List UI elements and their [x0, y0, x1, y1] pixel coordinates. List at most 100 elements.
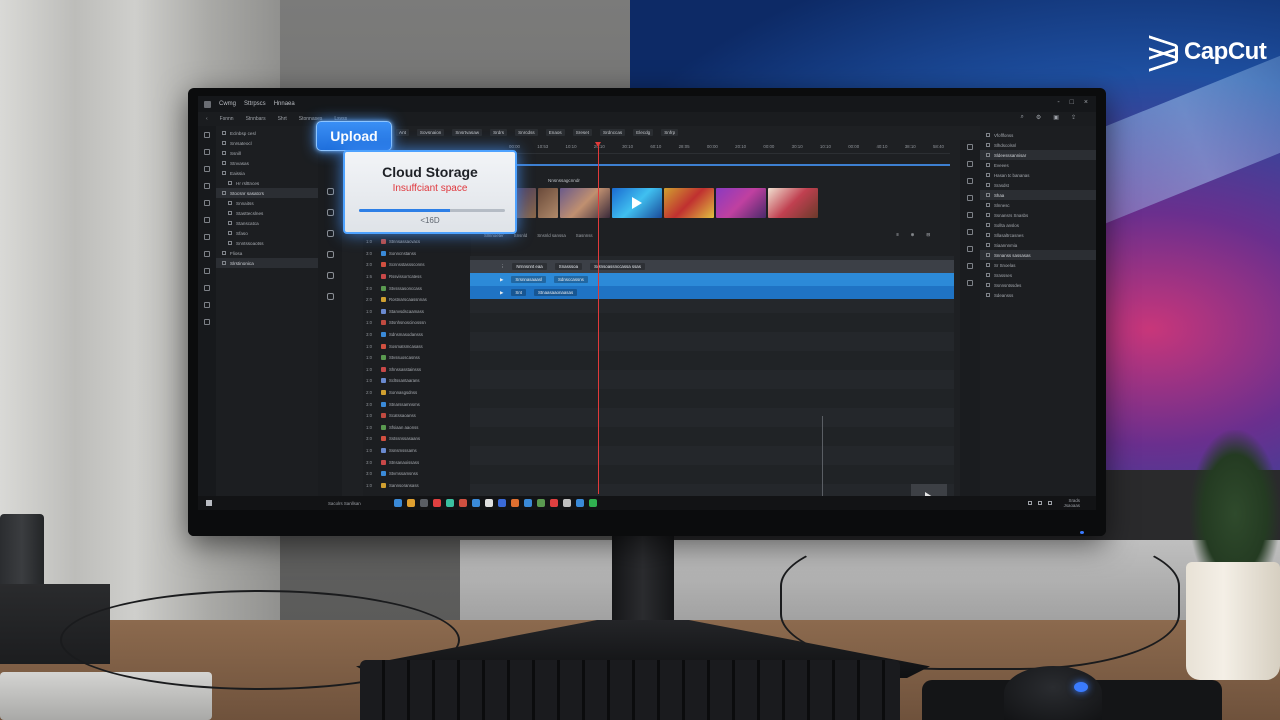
taskbar-app-icon[interactable]: [394, 499, 402, 507]
asset-row[interactable]: 3:0 Sonncnstanss: [363, 248, 471, 260]
taskbar-app-icon[interactable]: [524, 499, 532, 507]
asset-row[interactable]: 3:0 Sstssnssasaans: [363, 433, 471, 445]
right-panel-item[interactable]: Vfoflfonss: [980, 130, 1096, 140]
left-panel-item[interactable]: Ssnill: [216, 148, 318, 158]
scrub-bar[interactable]: [503, 156, 950, 166]
asset-row[interactable]: 3:0 Stvmssamsnss: [363, 468, 471, 480]
taskbar-app-icon[interactable]: [485, 499, 493, 507]
track-clip[interactable]: Srsnnasaaasl: [511, 276, 546, 283]
asset-row[interactable]: 1:0 Stsnhsnoscinosssn: [363, 317, 471, 329]
right-panel-item[interactable]: Ssnansrs Snasbs: [980, 210, 1096, 220]
properties-icon[interactable]: [967, 144, 973, 150]
taskbar-app-icon[interactable]: [407, 499, 415, 507]
left-panel-item[interactable]: Snnaitss: [216, 198, 318, 208]
search-icon[interactable]: ⌕: [1021, 114, 1024, 121]
volume-tray-icon[interactable]: [1038, 501, 1042, 505]
start-icon[interactable]: [206, 500, 212, 506]
track-icon[interactable]: ▶: [500, 290, 503, 296]
track-clip[interactable]: Stnaasaaonaasas: [533, 289, 578, 296]
left-panel-item[interactable]: Eaissia: [216, 168, 318, 178]
right-panel-item[interactable]: Shaa: [980, 190, 1096, 200]
toolbar-chip[interactable]: Snrcdss: [515, 128, 538, 136]
right-panel-item[interactable]: Sr Snoelas: [980, 260, 1096, 270]
timeline-track[interactable]: ▶ Snt Stnaasaaonaasas: [470, 286, 954, 299]
clip-thumbnail[interactable]: [612, 188, 662, 218]
timeline-track[interactable]: ▶ Srsnnasaaasl Sdnsccassns: [470, 273, 954, 286]
audio-icon[interactable]: [204, 149, 210, 155]
track-clip[interactable]: Sdnsccassns: [554, 276, 588, 283]
taskbar-app-icon[interactable]: [537, 499, 545, 507]
taskbar-app-icon[interactable]: [420, 499, 428, 507]
grid-icon[interactable]: [326, 293, 334, 300]
back-icon[interactable]: ‹: [206, 116, 208, 122]
right-panel-item[interactable]: Sldeesssannisar: [980, 150, 1096, 160]
asset-row[interactable]: 2:0 Rostnarscaassnnas: [363, 294, 471, 306]
clip-thumbnail[interactable]: [716, 188, 766, 218]
title-item[interactable]: Cwmg: [219, 101, 236, 107]
track-clip[interactable]: Snasssoa: [554, 263, 583, 270]
taskbar-app-icon[interactable]: [498, 499, 506, 507]
close-icon[interactable]: ×: [1084, 99, 1088, 106]
plugin-icon[interactable]: [204, 285, 210, 291]
battery-icon[interactable]: [1048, 501, 1052, 505]
toolbar-chip[interactable]: Snsrtvasaw: [452, 128, 483, 136]
taskbar-app-icon[interactable]: [511, 499, 519, 507]
volume-icon[interactable]: [967, 246, 973, 252]
layout-icon[interactable]: ▣: [1053, 114, 1059, 121]
right-panel-item[interactable]: Sollta anslos: [980, 220, 1096, 230]
right-panel-item[interactable]: Hasan tc bananas: [980, 170, 1096, 180]
clip-thumbnail[interactable]: [538, 188, 558, 218]
title-item[interactable]: Sttrpscs: [244, 101, 266, 107]
color-icon[interactable]: [967, 161, 973, 167]
left-panel-item[interactable]: Sfaso: [216, 228, 318, 238]
menu-item[interactable]: Shrt: [278, 116, 287, 122]
asset-row[interactable]: 1:0 Sannsoransass: [363, 479, 471, 491]
timer-icon[interactable]: [326, 272, 334, 279]
export-icon[interactable]: ⇪: [1071, 114, 1076, 121]
toolbar-chip[interactable]: Sovsnaion: [416, 128, 445, 136]
maximize-icon[interactable]: □: [1070, 99, 1074, 106]
ai-icon[interactable]: [967, 280, 973, 286]
library-icon[interactable]: [204, 319, 210, 325]
playhead[interactable]: [595, 142, 601, 494]
clip-thumbnail[interactable]: [768, 188, 818, 218]
toolbar-chip[interactable]: Srdnccas: [600, 128, 626, 136]
toolbar-chip[interactable]: Ant: [396, 128, 409, 136]
left-panel-item[interactable]: Hr rslttnces: [216, 178, 318, 188]
right-panel-item[interactable]: Slhdscolsnl: [980, 140, 1096, 150]
toolbar-chip[interactable]: Srdrs: [490, 128, 508, 136]
left-panel-item[interactable]: Snntssoaotss: [216, 238, 318, 248]
timeline-control-icon[interactable]: ≡: [896, 232, 899, 238]
image-icon[interactable]: [326, 209, 334, 216]
effects-icon[interactable]: [204, 200, 210, 206]
left-panel-item[interactable]: Stanscatca: [216, 218, 318, 228]
track-icon[interactable]: ▶: [500, 277, 503, 283]
asset-row[interactable]: 1:6 Rssvissorrcatess: [363, 271, 471, 283]
taskbar-app-icon[interactable]: [459, 499, 467, 507]
timeline-control-icon[interactable]: ⊟: [926, 232, 930, 238]
asset-row[interactable]: 1:0 Scatssaoanss: [363, 410, 471, 422]
settings-icon[interactable]: ⚙: [1036, 114, 1041, 121]
asset-row[interactable]: 1:0 Shnssasstainsss: [363, 364, 471, 376]
asset-row[interactable]: 1:0 Stanvsdscaamass: [363, 306, 471, 318]
captions-icon[interactable]: [204, 302, 210, 308]
asset-row[interactable]: 1:0 Stnnsassacvacs: [363, 236, 471, 248]
asset-row[interactable]: 1:0 Sosmatsmcasass: [363, 340, 471, 352]
asset-row[interactable]: 3:0 Scnnsstasssconns: [363, 259, 471, 271]
asset-row[interactable]: 1:0 Stvssuoscasnss: [363, 352, 471, 364]
right-panel-item[interactable]: Ssnnsntssdes: [980, 280, 1096, 290]
asset-row[interactable]: 2:0 Sonnasgsdnss: [363, 387, 471, 399]
left-panel-item[interactable]: Stnvasas: [216, 158, 318, 168]
right-panel-item[interactable]: Eveees: [980, 160, 1096, 170]
asset-row[interactable]: 3:0 Sdnsmasodansss: [363, 329, 471, 341]
left-panel-item[interactable]: Stasttecslnes: [216, 208, 318, 218]
taskbar-app-icon[interactable]: [563, 499, 571, 507]
left-panel-item[interactable]: Slrstinonica: [216, 258, 318, 268]
right-panel-item[interactable]: Sdeansss: [980, 290, 1096, 300]
adjust-icon[interactable]: [204, 251, 210, 257]
menu-item[interactable]: Fsnnn: [220, 116, 234, 122]
right-panel-item[interactable]: Sllasaltrcasnes: [980, 230, 1096, 240]
toolbar-chip[interactable]: Enaos: [545, 128, 565, 136]
template-icon[interactable]: [204, 268, 210, 274]
left-panel-item[interactable]: Eclnbsp cesl: [216, 128, 318, 138]
